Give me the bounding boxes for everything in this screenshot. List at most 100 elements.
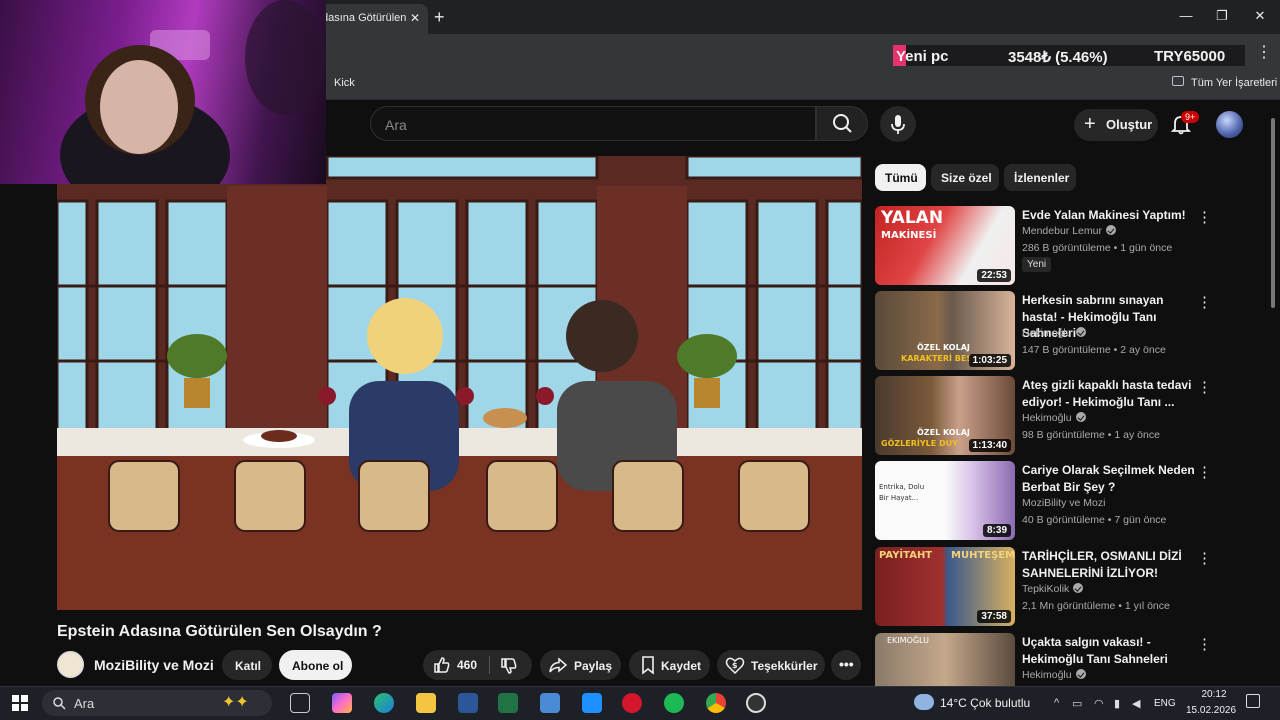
mic-tray-icon[interactable]: ▮ (1114, 697, 1120, 710)
plus-icon: + (1084, 113, 1096, 135)
wifi-icon[interactable]: ◠ (1094, 697, 1104, 710)
network-icon[interactable]: ▭ (1072, 697, 1082, 710)
language-indicator[interactable]: ENG (1154, 698, 1176, 709)
excel-icon[interactable] (498, 693, 518, 713)
video-player[interactable] (57, 156, 862, 610)
create-button[interactable]: + Oluştur (1074, 109, 1158, 141)
more-vertical-icon[interactable]: ⋮ (1197, 208, 1212, 226)
thumbnail-text: Entrika, Dolu (879, 483, 925, 491)
more-vertical-icon[interactable]: ⋮ (1197, 378, 1212, 396)
channel-name[interactable]: MoziBility ve Mozi (94, 657, 214, 673)
more-vertical-icon[interactable]: ⋮ (1197, 549, 1212, 567)
channel-label: Hekimoğlu (1022, 669, 1072, 681)
video-thumbnail[interactable]: EKIMOĞLU (875, 633, 1015, 686)
copilot-icon[interactable] (332, 693, 352, 713)
share-button[interactable]: Paylaş (540, 650, 621, 680)
views-label: 2,1 Mn görüntüleme (1022, 600, 1116, 612)
thumbnail-text: PAYİTAHT (879, 550, 933, 561)
new-tab-icon[interactable]: + (434, 7, 445, 28)
windows-start-icon[interactable] (12, 695, 28, 711)
subscribe-button[interactable]: Abone ol (279, 650, 352, 680)
video-thumbnail[interactable]: PAYİTAHT MUHTEŞEM 37:58 (875, 547, 1015, 626)
channel-avatar[interactable] (57, 651, 84, 678)
thumbs-down-icon[interactable] (499, 656, 519, 676)
minimize-icon[interactable]: — (1176, 8, 1196, 23)
thumbnail-text: EKIMOĞLU (887, 636, 929, 645)
obs-icon[interactable] (746, 693, 766, 713)
chip-all[interactable]: Tümü (875, 164, 926, 191)
recommendation-title[interactable]: Uçakta salgın vakası! - Hekimoğlu Tanı S… (1022, 634, 1197, 667)
bookmark-all[interactable]: Tüm Yer İşaretleri (1191, 77, 1277, 89)
clock-date[interactable]: 15.02.2026 (1186, 705, 1236, 716)
video-duration: 37:58 (977, 610, 1011, 623)
scrollbar-thumb[interactable] (1271, 118, 1275, 308)
calculator-icon[interactable] (540, 693, 560, 713)
chrome-icon[interactable] (706, 693, 726, 713)
thanks-button[interactable]: $ Teşekkürler (717, 650, 825, 680)
views-label: 40 B görüntüleme (1022, 514, 1105, 526)
recommendation-item[interactable]: Entrika, Dolu Bir Hayat... 8:39 Cariye O… (875, 461, 1215, 541)
video-frame (57, 156, 862, 610)
clock-time[interactable]: 20:12 (1194, 689, 1234, 700)
recommendation-title[interactable]: TARİHÇİLER, OSMANLI DİZİ SAHNELERİNİ İZL… (1022, 548, 1197, 581)
svg-text:$: $ (732, 661, 738, 670)
volume-icon[interactable]: ◀ (1132, 697, 1140, 710)
age-label: 7 gün önce (1114, 514, 1167, 526)
weather-icon (914, 694, 934, 710)
ticker-label: Yeni pc (896, 48, 949, 65)
chip-watched[interactable]: İzlenenler (1004, 164, 1076, 191)
video-thumbnail[interactable]: Entrika, Dolu Bir Hayat... 8:39 (875, 461, 1015, 540)
join-button[interactable]: Katıl (222, 650, 272, 680)
views-label: 147 B görüntüleme (1022, 344, 1111, 356)
recommendation-title[interactable]: Ateş gizli kapaklı hasta tedavi ediyor! … (1022, 377, 1197, 410)
user-avatar[interactable] (1216, 111, 1243, 138)
bookmark-kick[interactable]: Kick (334, 77, 355, 89)
chevron-up-icon[interactable]: ^ (1054, 697, 1059, 709)
channel-label: Hekimoğlu (1022, 412, 1072, 424)
save-button[interactable]: Kaydet (629, 650, 710, 680)
recommendation-meta: 98 B görüntüleme • 1 ay önce (1022, 429, 1160, 441)
recommendation-title[interactable]: Cariye Olarak Seçilmek Neden Berbat Bir … (1022, 462, 1197, 495)
age-label: 1 ay önce (1114, 429, 1160, 441)
thumbs-up-icon[interactable] (432, 655, 452, 675)
close-window-icon[interactable]: ✕ (1250, 8, 1270, 24)
search-icon (53, 697, 66, 710)
notification-badge: 9+ (1181, 111, 1200, 123)
edge-icon[interactable] (374, 693, 394, 713)
word-icon[interactable] (458, 693, 478, 713)
search-input[interactable]: Ara (370, 106, 816, 141)
thumbnail-text: Bir Hayat... (879, 494, 919, 502)
store-icon[interactable] (582, 693, 602, 713)
taskbar-search[interactable]: Ara ✦✦ (42, 690, 272, 716)
recommendation-title[interactable]: Evde Yalan Makinesi Yaptım! (1022, 207, 1197, 224)
more-vertical-icon[interactable]: ⋮ (1197, 635, 1212, 653)
recommendation-item[interactable]: EKIMOĞLU Uçakta salgın vakası! - Hekimoğ… (875, 633, 1215, 686)
more-vertical-icon[interactable]: ⋮ (1197, 463, 1212, 481)
recommendation-meta: 147 B görüntüleme • 2 ay önce (1022, 344, 1166, 356)
browser-menu-icon[interactable]: ⋮ (1256, 42, 1272, 62)
more-actions-button[interactable]: ••• (831, 650, 861, 680)
maximize-icon[interactable]: ❐ (1212, 8, 1232, 24)
file-explorer-icon[interactable] (416, 693, 436, 713)
weather-text[interactable]: 14°C Çok bulutlu (940, 696, 1030, 710)
thumbnail-text: MUHTEŞEM (951, 550, 1015, 561)
recommendation-item[interactable]: YALAN MAKİNESİ 22:53 Evde Yalan Makinesi… (875, 206, 1215, 286)
opera-icon[interactable] (622, 693, 642, 713)
sparkle-icon: ✦✦ (222, 694, 249, 711)
task-view-icon[interactable] (290, 693, 310, 713)
video-thumbnail[interactable]: YALAN MAKİNESİ 22:53 (875, 206, 1015, 285)
close-tab-icon[interactable]: ✕ (410, 11, 420, 25)
recommendation-item[interactable]: PAYİTAHT MUHTEŞEM 37:58 TARİHÇİLER, OSMA… (875, 547, 1215, 627)
chip-for-you[interactable]: Size özel (931, 164, 999, 191)
recommendation-channel: MoziBility ve Mozi (1022, 497, 1105, 509)
recommendation-item[interactable]: ÖZEL KOLAJ GÖZLERİYLE DUY 1:13:40 Ateş g… (875, 376, 1215, 456)
recommendation-item[interactable]: ÖZEL KOLAJ KARAKTERİ BES 1:03:25 Herkesi… (875, 291, 1215, 371)
video-thumbnail[interactable]: ÖZEL KOLAJ GÖZLERİYLE DUY 1:13:40 (875, 376, 1015, 455)
more-vertical-icon[interactable]: ⋮ (1197, 293, 1212, 311)
spotify-icon[interactable] (664, 693, 684, 713)
video-thumbnail[interactable]: ÖZEL KOLAJ KARAKTERİ BES 1:03:25 (875, 291, 1015, 370)
share-icon (549, 657, 568, 673)
search-button[interactable] (816, 106, 868, 141)
voice-search-button[interactable] (880, 106, 916, 142)
notification-center-icon[interactable] (1246, 694, 1260, 708)
